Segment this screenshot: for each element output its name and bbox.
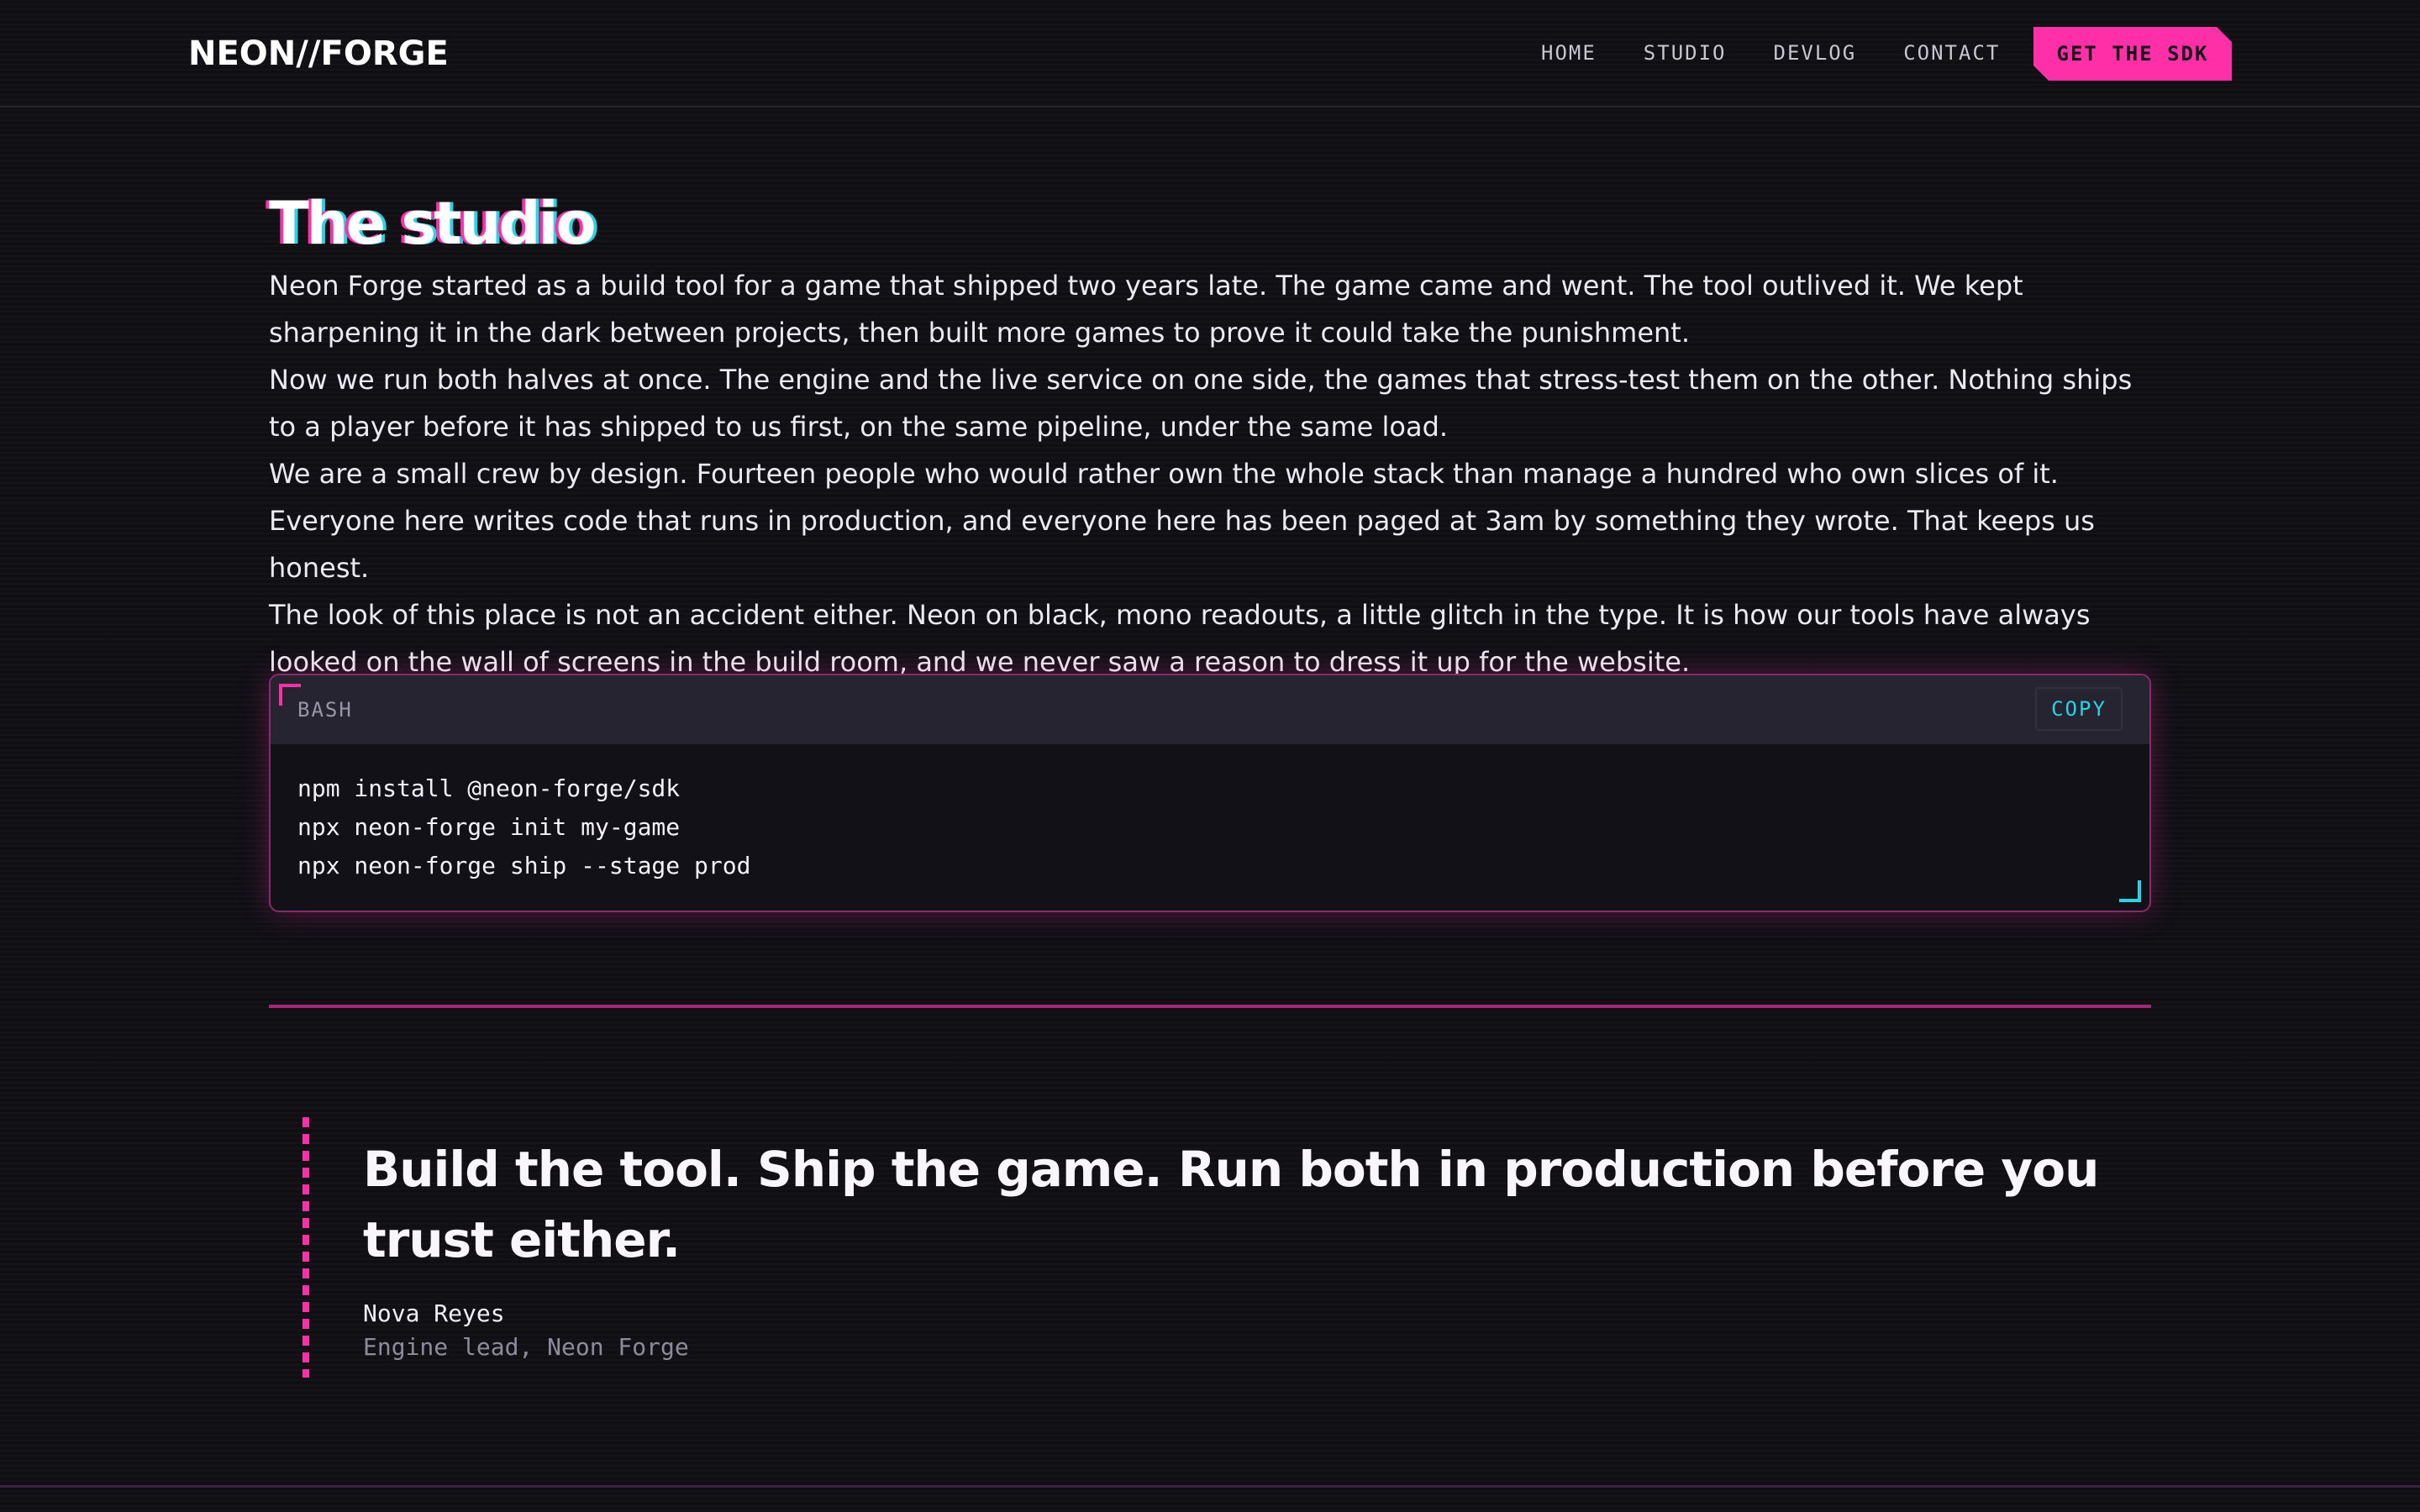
brand-logo[interactable]: NEON//FORGE bbox=[188, 32, 449, 76]
code-line: npx neon-forge init my-game bbox=[297, 813, 681, 841]
code-language-label: BASH bbox=[297, 698, 353, 722]
main-nav: HOME STUDIO DEVLOG CONTACT bbox=[1541, 39, 2000, 67]
site-header: NEON//FORGE HOME STUDIO DEVLOG CONTACT G… bbox=[0, 0, 2420, 108]
nav-studio-link[interactable]: STUDIO bbox=[1644, 39, 1727, 67]
paragraph: Neon Forge started as a build tool for a… bbox=[269, 270, 2023, 349]
studio-copy: Neon Forge started as a build tool for a… bbox=[269, 262, 2151, 685]
paragraph: We are a small crew by design. Fourteen … bbox=[269, 458, 2095, 584]
nav-home-link[interactable]: HOME bbox=[1541, 39, 1597, 67]
paragraph: Now we run both halves at once. The engi… bbox=[269, 364, 2133, 443]
section-divider bbox=[269, 1005, 2151, 1008]
quote-text: Build the tool. Ship the game. Run both … bbox=[363, 1141, 2099, 1268]
page-title: The studio bbox=[269, 189, 597, 258]
quote-author-role: Engine lead, Neon Forge bbox=[363, 1333, 689, 1361]
footer-divider bbox=[0, 1485, 2420, 1488]
code-content[interactable]: npm install @neon-forge/sdk npx neon-forg… bbox=[297, 769, 750, 885]
studio-section: The studio Neon Forge started as a build… bbox=[269, 185, 2151, 685]
quote-author: Nova Reyes bbox=[363, 1299, 505, 1327]
code-line: npm install @neon-forge/sdk bbox=[297, 774, 681, 802]
code-block-header: BASH COPY bbox=[271, 675, 2149, 744]
pull-quote: Build the tool. Ship the game. Run both … bbox=[302, 1117, 2185, 1378]
nav-contact-link[interactable]: CONTACT bbox=[1903, 39, 2000, 67]
quote-accent-bar bbox=[302, 1117, 309, 1378]
code-line: npx neon-forge ship --stage prod bbox=[297, 852, 751, 879]
code-block: BASH COPY npm install @neon-forge/sdk npx… bbox=[269, 674, 2151, 912]
copy-button[interactable]: COPY bbox=[2035, 687, 2123, 731]
corner-bracket-icon bbox=[279, 684, 301, 706]
get-sdk-button[interactable]: GET THE SDK bbox=[2033, 27, 2232, 81]
corner-bracket-icon bbox=[2119, 880, 2141, 902]
nav-devlog-link[interactable]: DEVLOG bbox=[1774, 39, 1857, 67]
paragraph: The look of this place is not an acciden… bbox=[269, 599, 2091, 678]
